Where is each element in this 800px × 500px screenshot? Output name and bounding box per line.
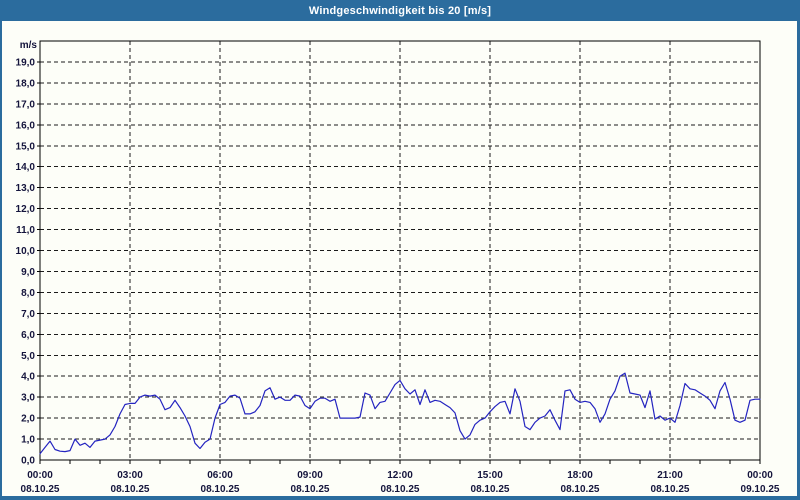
y-tick-label: 2,0 xyxy=(21,414,35,425)
x-tick-date-label: 08.10.25 xyxy=(111,484,150,495)
x-tick-date-label: 08.10.25 xyxy=(471,484,510,495)
y-tick-label: 12,0 xyxy=(16,204,36,215)
x-tick-date-label: 08.10.25 xyxy=(561,484,600,495)
x-tick-time-label: 15:00 xyxy=(477,470,503,481)
chart-title: Windgeschwindigkeit bis 20 [m/s] xyxy=(309,5,491,17)
y-tick-label: 13,0 xyxy=(16,183,36,194)
y-tick-label: 0,0 xyxy=(21,456,35,467)
x-tick-time-label: 09:00 xyxy=(297,470,323,481)
x-tick-date-label: 08.10.25 xyxy=(651,484,690,495)
y-tick-label: 1,0 xyxy=(21,435,35,446)
x-tick-time-label: 06:00 xyxy=(207,470,233,481)
y-tick-label: 4,0 xyxy=(21,372,35,383)
y-tick-label: 7,0 xyxy=(21,309,35,320)
y-tick-label: 9,0 xyxy=(21,267,35,278)
wind-speed-line-chart: m/s 0,0 1,0 2,0 3,0 4,0 5,0 6,0 7,0 8,0 9,0 10,0 11,… xyxy=(0,0,800,500)
y-tick-label: 17,0 xyxy=(16,99,36,110)
y-tick-label: 18,0 xyxy=(16,78,36,89)
x-tick-date-label: 08.10.25 xyxy=(21,484,60,495)
y-tick-label: 5,0 xyxy=(21,351,35,362)
y-tick-label: 10,0 xyxy=(16,246,36,257)
x-tick-date-label: 08.10.25 xyxy=(381,484,420,495)
y-tick-label: 6,0 xyxy=(21,330,35,341)
x-tick-date-label: 09.10.25 xyxy=(741,484,780,495)
y-tick-label: 14,0 xyxy=(16,162,36,173)
y-tick-label: 3,0 xyxy=(21,393,35,404)
wind-speed-chart-window: Windgeschwindigkeit bis 20 [m/s] m/s 0,0 1… xyxy=(0,0,800,500)
chart-area: m/s 0,0 1,0 2,0 3,0 4,0 5,0 6,0 7,0 8,0 9,0 10,0 11,… xyxy=(0,0,800,500)
y-tick-label: 15,0 xyxy=(16,141,36,152)
title-bar: Windgeschwindigkeit bis 20 [m/s] xyxy=(0,0,800,21)
x-tick-time-label: 18:00 xyxy=(567,470,593,481)
y-tick-label: 11,0 xyxy=(16,225,35,236)
y-axis-unit-label: m/s xyxy=(20,40,38,51)
y-tick-label: 8,0 xyxy=(21,288,35,299)
x-tick-time-label: 03:00 xyxy=(117,470,143,481)
x-tick-time-label: 00:00 xyxy=(747,470,773,481)
x-tick-date-label: 08.10.25 xyxy=(201,484,240,495)
x-tick-time-label: 12:00 xyxy=(387,470,413,481)
x-tick-date-label: 08.10.25 xyxy=(291,484,330,495)
y-tick-label: 19,0 xyxy=(16,57,36,68)
x-tick-time-label: 21:00 xyxy=(657,470,683,481)
x-tick-time-label: 00:00 xyxy=(27,470,53,481)
y-tick-label: 16,0 xyxy=(16,120,36,131)
